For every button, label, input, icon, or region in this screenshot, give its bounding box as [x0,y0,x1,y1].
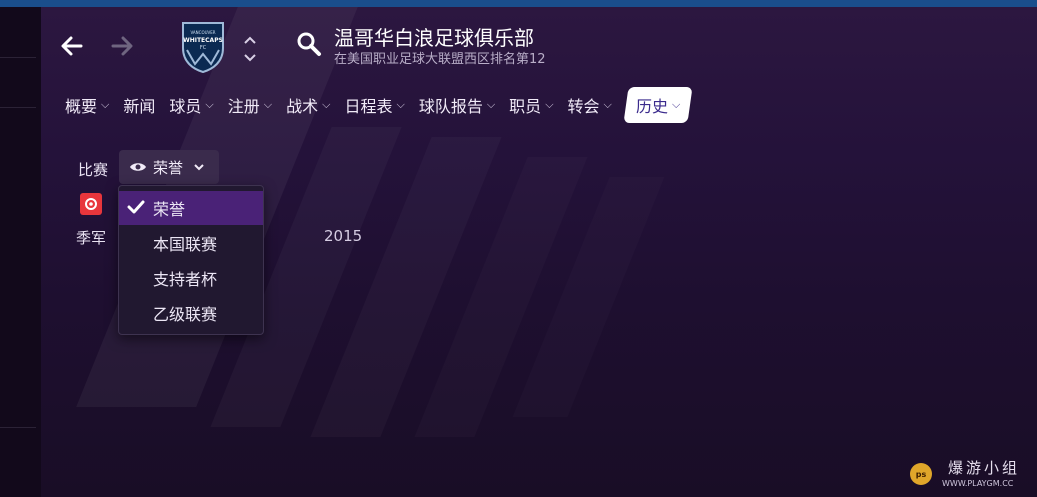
checkmark-icon [127,200,145,214]
dropdown-option-domestic-league[interactable]: 本国联赛 [119,226,263,260]
competition-dropdown-menu: 荣誉 本国联赛 支持者杯 乙级联赛 [118,185,264,335]
chevron-down-icon: ⌵ [545,98,554,111]
trophy-icon [80,193,102,215]
eye-icon [130,163,146,171]
sidebar-divider [0,427,36,428]
dropdown-option-label: 支持者杯 [153,270,218,289]
chevron-down-icon: ⌵ [263,98,273,111]
sidebar-divider [0,107,36,108]
honour-year: 2015 [324,227,363,245]
left-sidebar [0,7,41,497]
tab-team-report[interactable]: 球队报告 ⌵ [419,93,495,117]
competition-filter-value: 荣誉 [153,158,184,177]
watermark-text: 爆游小组 [948,459,1021,477]
tab-overview[interactable]: 概要 ⌵ [65,93,109,117]
tab-history[interactable]: 历史 ⌵ [623,87,693,123]
competition-filter-label: 比赛 [78,161,109,179]
chevron-down-icon [194,164,204,171]
dropdown-option-supporters-shield[interactable]: 支持者杯 [119,261,263,295]
chevron-down-icon: ⌵ [205,98,214,111]
tab-label: 历史 [635,97,668,116]
tab-label: 概要 [65,97,98,116]
club-switch-down-button[interactable] [243,48,257,67]
tab-registration[interactable]: 注册 ⌵ [228,93,272,117]
tab-transfers[interactable]: 转会 ⌵ [568,93,612,117]
dropdown-option-honours[interactable]: 荣誉 [119,191,263,225]
tab-label: 球员 [169,97,202,116]
watermark-url: WWW.PLAYGM.CC [942,479,1014,488]
tab-players[interactable]: 球员 ⌵ [169,93,213,117]
dropdown-option-label: 乙级联赛 [153,305,218,324]
trophy-emblem-icon [85,198,97,210]
search-button[interactable] [296,31,322,61]
crest-text-top: VANCOUVER [190,30,216,35]
club-switch-up-button[interactable] [243,30,257,49]
chevron-down-icon: ⌵ [603,98,612,111]
tab-label: 球队报告 [418,97,483,116]
club-subtitle: 在美国职业足球大联盟西区排名第12 [334,52,546,67]
back-button[interactable] [59,33,85,64]
tab-label: 转会 [567,97,600,116]
dropdown-option-second-division[interactable]: 乙级联赛 [119,296,263,330]
chevron-down-icon: ⌵ [322,98,331,111]
dropdown-option-label: 本国联赛 [153,235,218,254]
crest-text-main: WHITECAPS [183,37,223,44]
forward-button[interactable] [109,33,135,64]
chevron-down-icon: ⌵ [396,98,405,111]
tab-schedule[interactable]: 日程表 ⌵ [344,93,404,117]
tab-label: 日程表 [344,97,393,116]
main-nav: 概要 ⌵ 新闻 球员 ⌵ 注册 ⌵ 战术 ⌵ 日程表 ⌵ 球队报告 ⌵ 职员 ⌵ 转会 ⌵ 历史… [65,87,704,123]
tab-news[interactable]: 新闻 [123,93,155,117]
tab-label: 新闻 [123,97,156,116]
chevron-down-icon: ⌵ [671,98,681,111]
crest-text-bottom: FC [199,45,207,51]
tab-label: 战术 [286,97,319,116]
watermark: ps 爆游小组 WWW.PLAYGM.CC [906,457,1031,491]
club-title: 温哥华白浪足球俱乐部 [334,26,534,50]
chevron-down-icon [244,54,256,62]
tab-label: 职员 [509,97,542,116]
search-icon [297,32,321,56]
competition-filter-button[interactable]: 荣誉 [119,150,219,184]
top-accent-line [0,0,1037,7]
chevron-down-icon: ⌵ [486,98,496,111]
chevron-up-icon [244,36,256,44]
arrow-left-icon [61,36,83,56]
dropdown-option-label: 荣誉 [153,200,186,219]
chevron-down-icon: ⌵ [101,98,110,111]
tab-label: 注册 [227,97,260,116]
arrow-right-icon [111,36,133,56]
tab-staff[interactable]: 职员 ⌵ [509,93,553,117]
honour-placement: 季军 [76,229,107,247]
club-crest[interactable]: VANCOUVER WHITECAPS FC [180,20,226,74]
watermark-badge: ps [910,463,932,485]
sidebar-divider [0,57,36,58]
tab-tactics[interactable]: 战术 ⌵ [286,93,330,117]
